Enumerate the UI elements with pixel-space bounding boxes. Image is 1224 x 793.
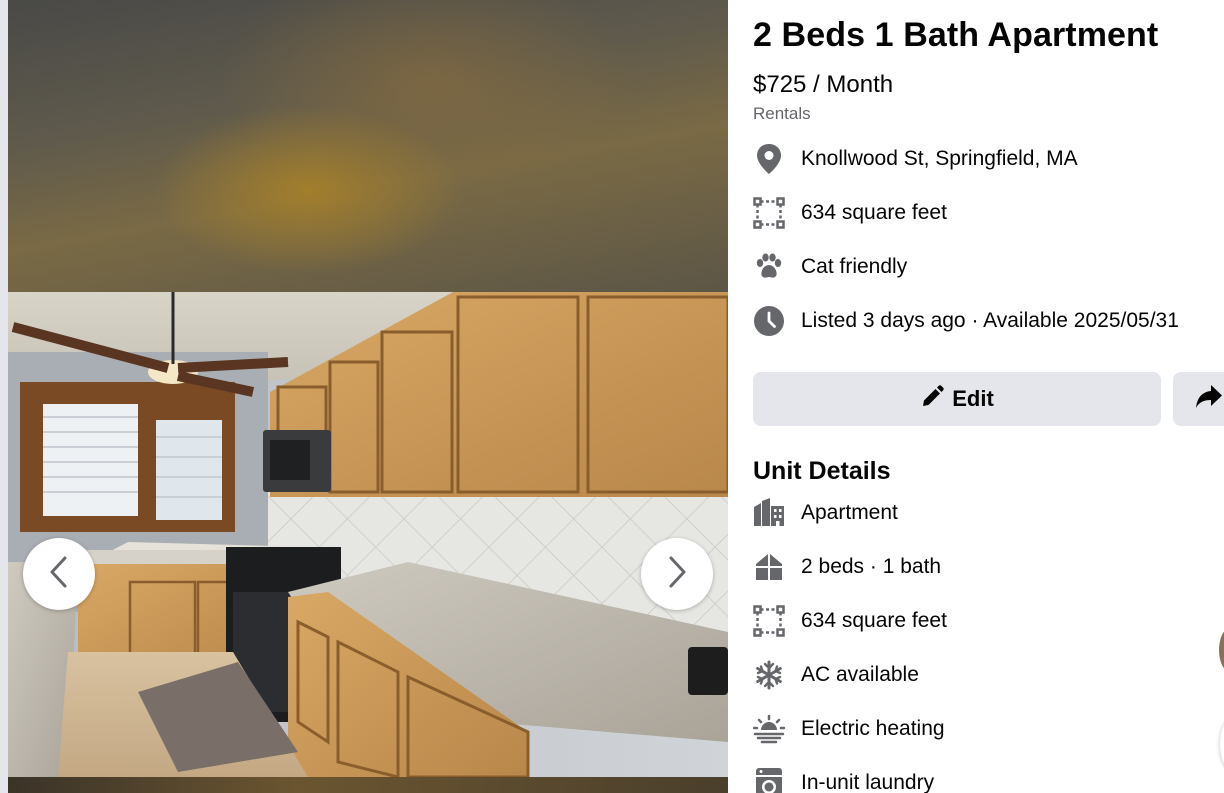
paw-icon (753, 251, 785, 283)
unit-detail-area: 634 square feet (753, 603, 947, 639)
laundry-text: In-unit laundry (801, 771, 935, 793)
unit-details-heading: Unit Details (753, 457, 891, 485)
listing-category-link[interactable]: Rentals (753, 104, 811, 124)
chevron-left-icon (45, 554, 73, 595)
location-text: Knollwood St, Springfield, MA (801, 147, 1078, 170)
area-text: 634 square feet (801, 201, 947, 224)
square-footage-icon (753, 197, 785, 229)
laundry-icon (753, 767, 785, 793)
info-row-listed: Listed 3 days ago · Available 2025/05/31 (753, 303, 1179, 339)
heating-icon (753, 713, 785, 745)
chevron-right-icon (663, 554, 691, 595)
beds-baths-text: 2 beds · 1 bath (801, 555, 942, 578)
share-arrow-icon (1195, 384, 1223, 415)
listing-title: 2 Beds 1 Bath Apartment (753, 16, 1159, 54)
listing-photo (8, 292, 728, 777)
location-pin-icon (753, 143, 785, 175)
clock-icon (753, 305, 785, 337)
unit-detail-heating: Electric heating (753, 711, 945, 747)
share-button[interactable] (1173, 372, 1224, 426)
next-photo-button[interactable] (641, 538, 713, 610)
unit-detail-beds-baths: 2 beds · 1 bath (753, 549, 941, 585)
left-edge-strip (0, 0, 8, 793)
house-icon (753, 551, 785, 583)
info-row-location[interactable]: Knollwood St, Springfield, MA (753, 141, 1078, 177)
ac-text: AC available (801, 663, 919, 686)
unit-detail-laundry: In-unit laundry (753, 765, 934, 793)
building-icon (753, 497, 785, 529)
listing-details-panel: 2 Beds 1 Bath Apartment $725 / Month Ren… (753, 0, 1224, 793)
pencil-icon (920, 384, 944, 414)
photo-blur-backdrop-top (8, 0, 728, 292)
edit-button-label: Edit (952, 386, 994, 411)
snowflake-icon (753, 659, 785, 691)
unit-area-text: 634 square feet (801, 609, 947, 632)
photo-blur-backdrop-bottom (8, 777, 728, 793)
info-row-area: 634 square feet (753, 195, 947, 231)
listing-price: $725 / Month (753, 71, 894, 98)
square-footage-icon (753, 605, 785, 637)
previous-photo-button[interactable] (23, 538, 95, 610)
edit-button[interactable]: Edit (753, 372, 1161, 426)
info-row-pets: Cat friendly (753, 249, 907, 285)
photo-viewer (8, 0, 728, 793)
heating-text: Electric heating (801, 717, 945, 740)
unit-detail-type: Apartment (753, 495, 898, 531)
unit-detail-ac: AC available (753, 657, 919, 693)
unit-type-text: Apartment (801, 501, 898, 524)
listed-text: Listed 3 days ago · Available 2025/05/31 (801, 309, 1179, 332)
pets-text: Cat friendly (801, 255, 908, 278)
